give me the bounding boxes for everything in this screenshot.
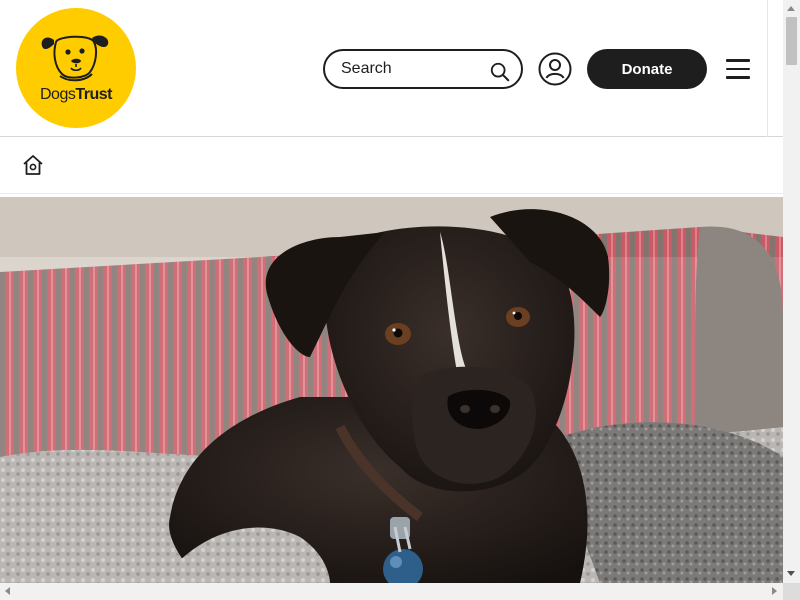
vertical-scroll-thumb[interactable] bbox=[786, 17, 797, 65]
search-box bbox=[323, 49, 523, 89]
hero-image bbox=[0, 197, 783, 583]
account-icon[interactable] bbox=[538, 52, 572, 86]
scroll-up-arrow-icon[interactable] bbox=[787, 6, 795, 11]
dogs-trust-logo[interactable]: DogsTrust bbox=[16, 8, 136, 128]
home-icon[interactable] bbox=[21, 153, 45, 177]
horizontal-scrollbar[interactable] bbox=[0, 583, 783, 600]
dog-face-icon bbox=[41, 35, 109, 82]
breadcrumb bbox=[0, 138, 783, 194]
scroll-down-arrow-icon[interactable] bbox=[787, 571, 795, 576]
page-viewport: DogsTrust Donate bbox=[0, 0, 783, 583]
hamburger-menu-icon[interactable] bbox=[726, 59, 750, 79]
site-header: DogsTrust Donate bbox=[0, 0, 783, 137]
scroll-right-arrow-icon[interactable] bbox=[772, 587, 777, 595]
scroll-left-arrow-icon[interactable] bbox=[5, 587, 10, 595]
scrollbar-corner bbox=[783, 583, 800, 600]
search-input[interactable] bbox=[341, 59, 481, 79]
vertical-scrollbar[interactable] bbox=[783, 0, 800, 583]
donate-button[interactable]: Donate bbox=[587, 49, 707, 89]
header-divider bbox=[767, 0, 768, 137]
search-icon[interactable] bbox=[489, 61, 511, 83]
logo-wordmark: DogsTrust bbox=[16, 86, 136, 104]
dog-photo bbox=[0, 197, 783, 583]
logo-text-dogs: Dogs bbox=[40, 86, 76, 103]
logo-text-trust: Trust bbox=[75, 86, 112, 103]
